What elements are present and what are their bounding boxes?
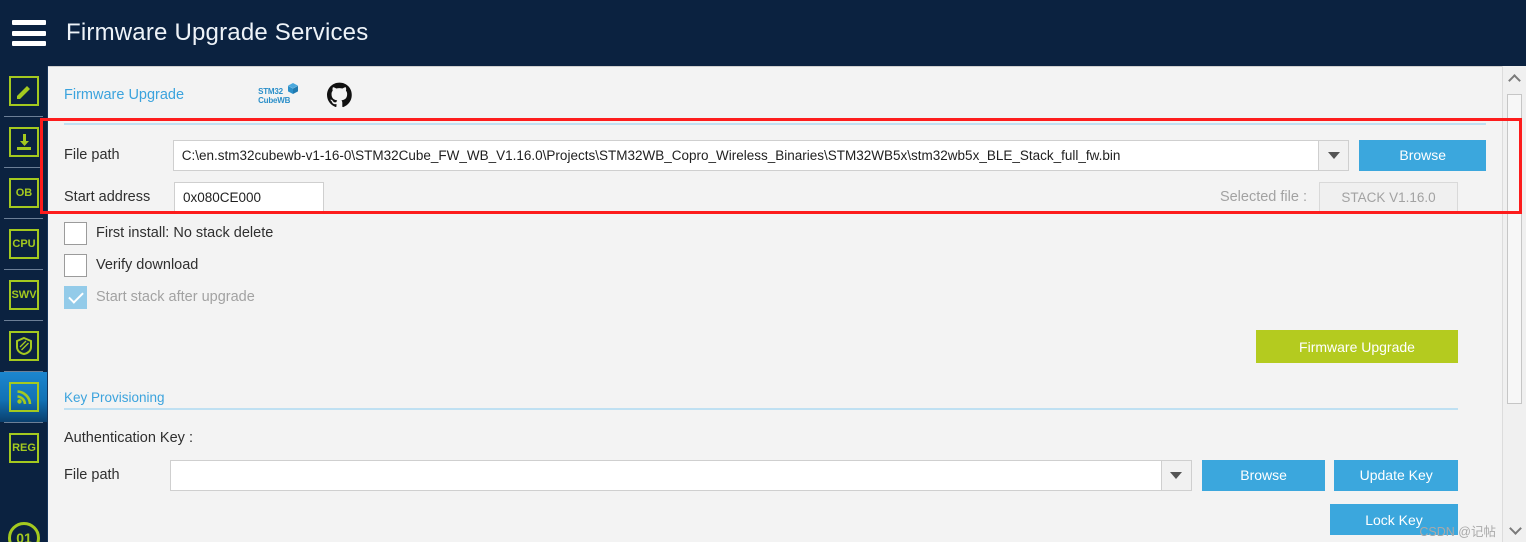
sidebar-item-cpu[interactable]: CPU	[0, 219, 47, 269]
reg-icon: REG	[9, 433, 39, 463]
start-address-label: Start address	[64, 189, 151, 205]
sidebar-item-wireless[interactable]	[0, 372, 47, 422]
sidebar-item-swv[interactable]: SWV	[0, 270, 47, 320]
start-address-input[interactable]: 0x080CE000	[174, 181, 324, 213]
vertical-scrollbar[interactable]	[1502, 66, 1526, 542]
sidebar-item-option-bytes[interactable]: OB	[0, 168, 47, 218]
verify-download-label: Verify download	[96, 257, 199, 273]
sidebar: OB CPU SWV REG 01	[0, 66, 48, 542]
firmware-form: File path C:\en.stm32cubewb-v1-16-0\STM3…	[48, 125, 1502, 535]
tab-firmware-upgrade[interactable]: Firmware Upgrade	[64, 87, 184, 103]
file-path-input[interactable]: C:\en.stm32cubewb-v1-16-0\STM32Cube_FW_W…	[172, 139, 1320, 171]
stm32cubewb-logo-text: STM32 CubeWB	[258, 87, 290, 105]
key-provisioning-divider	[64, 408, 1458, 410]
main-content: Firmware Upgrade STM32 CubeWB File path …	[48, 66, 1502, 542]
sidebar-item-security[interactable]	[0, 321, 47, 371]
key-file-path-combo[interactable]	[170, 459, 1192, 491]
key-provisioning-section: Key Provisioning Authentication Key : Fi…	[64, 390, 1486, 535]
logo-line-2: CubeWB	[258, 96, 291, 105]
checkbox-row-verify-download[interactable]: Verify download	[64, 249, 1486, 281]
authentication-key-label: Authentication Key :	[64, 430, 193, 446]
scroll-down-icon[interactable]	[1503, 518, 1526, 542]
key-file-path-input[interactable]	[170, 459, 1162, 491]
ob-icon: OB	[9, 178, 39, 208]
scroll-up-icon[interactable]	[1503, 66, 1526, 90]
cpu-icon: CPU	[9, 229, 39, 259]
section-tab-row: Firmware Upgrade STM32 CubeWB	[48, 67, 1502, 123]
file-path-combo[interactable]: C:\en.stm32cubewb-v1-16-0\STM32Cube_FW_W…	[172, 139, 1350, 171]
circle-01-icon: 01	[8, 522, 40, 542]
swv-icon: SWV	[9, 280, 39, 310]
key-file-path-row: File path Browse Update Key	[64, 455, 1458, 495]
github-icon[interactable]	[326, 82, 353, 109]
app-window: Firmware Upgrade Services OB CPU SWV REG…	[0, 0, 1526, 542]
sidebar-item-device-01[interactable]: 01	[0, 518, 47, 542]
first-install-checkbox[interactable]	[64, 221, 87, 245]
rss-wireless-icon	[9, 382, 39, 412]
hamburger-menu-icon[interactable]	[12, 20, 46, 46]
start-stack-checkbox	[64, 285, 87, 309]
checkbox-row-first-install[interactable]: First install: No stack delete	[64, 217, 1486, 249]
stm32cubewb-logo: STM32 CubeWB	[258, 82, 302, 108]
selected-file-label: Selected file :	[1219, 189, 1307, 205]
chevron-down-icon[interactable]	[1161, 459, 1192, 491]
file-path-row: File path C:\en.stm32cubewb-v1-16-0\STM3…	[64, 135, 1486, 175]
reg-icon-label: REG	[12, 441, 36, 454]
download-icon	[9, 127, 39, 157]
sidebar-item-erase-programming[interactable]	[0, 66, 47, 116]
start-address-row: Start address 0x080CE000 Selected file :…	[64, 175, 1486, 219]
page-title: Firmware Upgrade Services	[66, 19, 369, 46]
chevron-down-icon[interactable]	[1319, 139, 1350, 171]
pencil-edit-icon	[9, 76, 39, 106]
key-file-path-label: File path	[64, 467, 120, 483]
watermark-text: CSDN @记帖	[1419, 525, 1496, 539]
checkbox-row-start-stack: Start stack after upgrade	[64, 281, 1486, 313]
sidebar-item-register[interactable]: REG	[0, 423, 47, 473]
update-key-button[interactable]: Update Key	[1334, 459, 1458, 491]
first-install-label: First install: No stack delete	[96, 225, 274, 241]
selected-file-value: STACK V1.16.0	[1319, 181, 1458, 213]
file-path-label: File path	[64, 147, 120, 163]
app-header: Firmware Upgrade Services	[0, 0, 1526, 66]
verify-download-checkbox[interactable]	[64, 253, 87, 277]
sidebar-item-download[interactable]	[0, 117, 47, 167]
browse-button[interactable]: Browse	[1359, 139, 1486, 171]
key-browse-button[interactable]: Browse	[1201, 459, 1326, 491]
logo-line-1: STM32	[258, 87, 283, 96]
shield-icon	[9, 331, 39, 361]
start-stack-label: Start stack after upgrade	[96, 289, 255, 305]
scrollbar-thumb[interactable]	[1507, 94, 1522, 404]
key-provisioning-title: Key Provisioning	[64, 390, 165, 405]
firmware-upgrade-button[interactable]: Firmware Upgrade	[1256, 330, 1458, 363]
